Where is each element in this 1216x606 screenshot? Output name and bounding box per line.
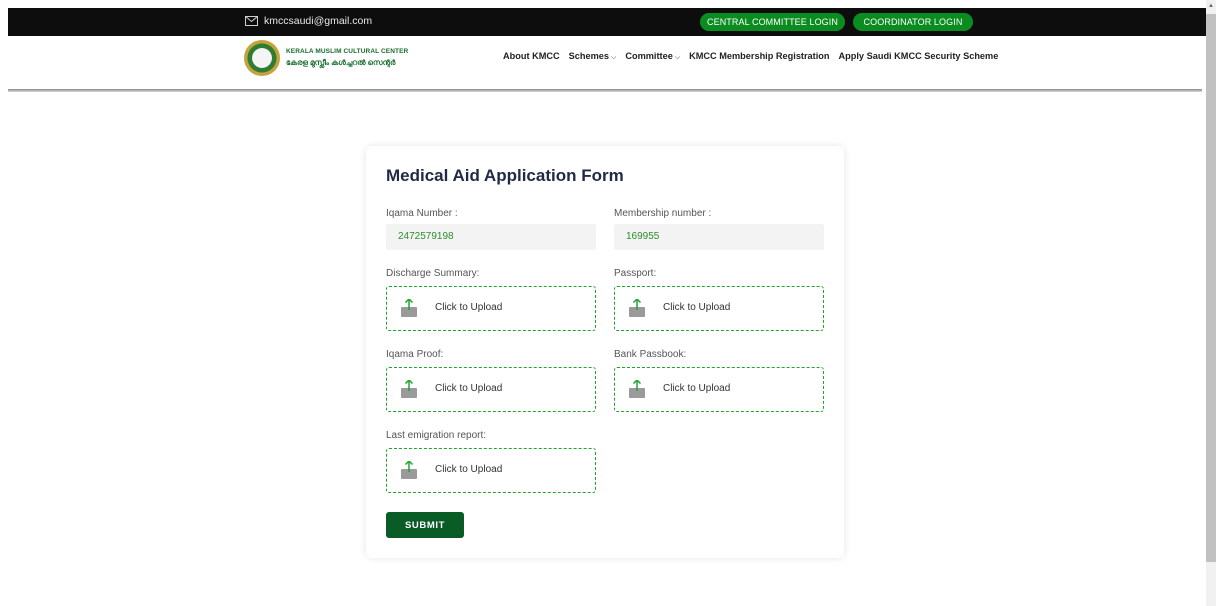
logo-title: KERALA MUSLIM CULTURAL CENTER <box>286 48 409 55</box>
iqama-proof-label: Iqama Proof: <box>386 349 444 360</box>
nav-about[interactable]: About KMCC <box>503 51 560 62</box>
logo-subtitle: കേരള മുസ്ലീം കൾച്ചറൽ സെന്റർ <box>286 58 396 67</box>
email-text: kmccsaudi@gmail.com <box>264 15 373 27</box>
passport-upload[interactable]: Click to Upload <box>614 286 824 331</box>
discharge-summary-label: Discharge Summary: <box>386 268 480 279</box>
scroll-up-icon[interactable]: ▲ <box>1208 3 1214 9</box>
upload-text: Click to Upload <box>435 383 503 394</box>
nav-membership-registration[interactable]: KMCC Membership Registration <box>689 51 829 62</box>
upload-icon <box>401 461 417 479</box>
membership-number-field[interactable]: 169955 <box>614 224 824 250</box>
membership-number-label: Membership number : <box>614 208 712 219</box>
central-committee-login-button[interactable]: CENTRAL COMMITTEE LOGIN <box>700 13 845 31</box>
upload-text: Click to Upload <box>435 464 503 475</box>
nav-security-scheme[interactable]: Apply Saudi KMCC Security Scheme <box>839 51 999 62</box>
coordinator-login-button[interactable]: COORDINATOR LOGIN <box>853 13 973 31</box>
bank-passbook-upload[interactable]: Click to Upload <box>614 367 824 412</box>
last-emigration-report-upload[interactable]: Click to Upload <box>386 448 596 493</box>
medical-aid-form-card: Medical Aid Application Form Iqama Numbe… <box>366 146 844 558</box>
passport-label: Passport: <box>614 268 657 279</box>
form-title: Medical Aid Application Form <box>386 166 624 185</box>
iqama-number-label: Iqama Number : <box>386 208 458 219</box>
top-bar: kmccsaudi@gmail.com CENTRAL COMMITTEE LO… <box>8 8 1208 36</box>
nav-committee[interactable]: Committee ⌵ <box>625 51 680 62</box>
last-emigration-report-label: Last emigration report: <box>386 430 487 441</box>
scrollbar-thumb[interactable] <box>1206 14 1216 562</box>
submit-button[interactable]: SUBMIT <box>386 512 464 538</box>
upload-icon <box>401 380 417 398</box>
contact-email[interactable]: kmccsaudi@gmail.com <box>245 15 372 27</box>
nav-committee-label: Committee <box>625 51 673 61</box>
upload-icon <box>629 299 645 317</box>
upload-text: Click to Upload <box>663 302 731 313</box>
bank-passbook-label: Bank Passbook: <box>614 349 687 360</box>
upload-text: Click to Upload <box>663 383 731 394</box>
site-header: KERALA MUSLIM CULTURAL CENTER കേരള മുസ്ല… <box>8 36 1208 90</box>
discharge-summary-upload[interactable]: Click to Upload <box>386 286 596 331</box>
mail-icon <box>245 16 258 26</box>
iqama-number-field[interactable]: 2472579198 <box>386 224 596 250</box>
iqama-proof-upload[interactable]: Click to Upload <box>386 367 596 412</box>
main-nav: About KMCC Schemes ⌵ Committee ⌵ KMCC Memb… <box>503 51 998 62</box>
chevron-down-icon: ⌵ <box>674 54 681 61</box>
chevron-down-icon: ⌵ <box>611 54 617 61</box>
nav-schemes[interactable]: Schemes ⌵ <box>569 51 617 62</box>
upload-icon <box>401 299 417 317</box>
nav-schemes-label: Schemes <box>568 51 610 61</box>
header-divider <box>8 89 1202 92</box>
upload-icon <box>629 380 645 398</box>
upload-text: Click to Upload <box>435 302 503 313</box>
kmcc-logo[interactable] <box>244 40 280 76</box>
